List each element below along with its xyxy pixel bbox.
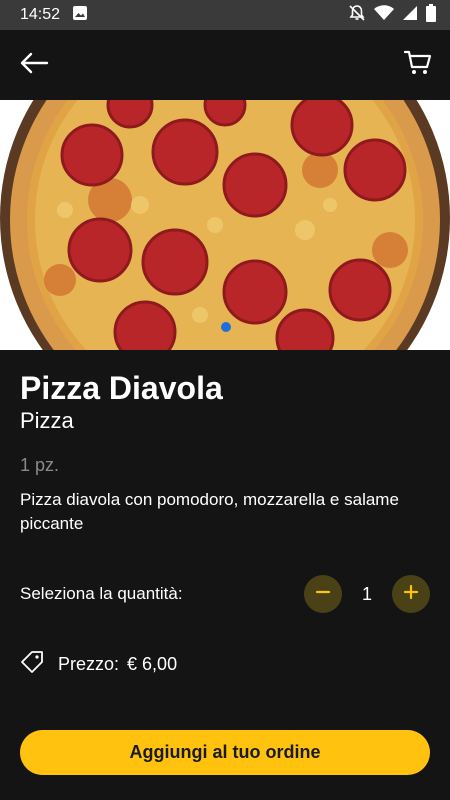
add-to-order-button[interactable]: Aggiungi al tuo ordine bbox=[20, 730, 430, 775]
quantity-value: 1 bbox=[361, 583, 372, 604]
wifi-icon bbox=[374, 4, 394, 26]
product-title: Pizza Diavola bbox=[20, 370, 223, 406]
product-image bbox=[0, 100, 450, 350]
increase-quantity-button[interactable] bbox=[392, 575, 430, 613]
battery-icon bbox=[426, 3, 436, 27]
product-category: Pizza bbox=[20, 408, 74, 433]
quantity-selector: Seleziona la quantità: 1 bbox=[20, 575, 430, 613]
product-description: Pizza diavola con pomodoro, mozzarella e… bbox=[20, 490, 399, 533]
status-bar: 14:52 bbox=[0, 0, 450, 30]
signal-icon bbox=[402, 5, 418, 26]
product-details: Pizza Diavola Pizza 1 pz. Pizza diavola … bbox=[0, 350, 450, 800]
tag-icon bbox=[20, 650, 44, 679]
quantity-stepper: 1 bbox=[304, 575, 430, 613]
cart-icon bbox=[403, 49, 432, 82]
price-row: Prezzo: € 6,00 bbox=[20, 650, 177, 679]
product-unit: 1 pz. bbox=[20, 455, 60, 475]
arrow-left-icon bbox=[19, 51, 49, 80]
image-page-indicator bbox=[221, 322, 231, 332]
alarm-off-icon bbox=[348, 4, 366, 27]
add-to-order-label: Aggiungi al tuo ordine bbox=[129, 742, 321, 762]
back-button[interactable] bbox=[16, 47, 52, 83]
quantity-label: Seleziona la quantità: bbox=[20, 584, 183, 603]
minus-icon bbox=[315, 584, 331, 605]
decrease-quantity-button[interactable] bbox=[304, 575, 342, 613]
cart-button[interactable] bbox=[400, 47, 436, 83]
app-bar bbox=[0, 30, 450, 100]
image-icon bbox=[72, 5, 88, 26]
plus-icon bbox=[403, 584, 419, 605]
price-label: Prezzo: bbox=[58, 654, 120, 674]
price-value: € 6,00 bbox=[127, 654, 178, 674]
status-time: 14:52 bbox=[20, 6, 61, 23]
